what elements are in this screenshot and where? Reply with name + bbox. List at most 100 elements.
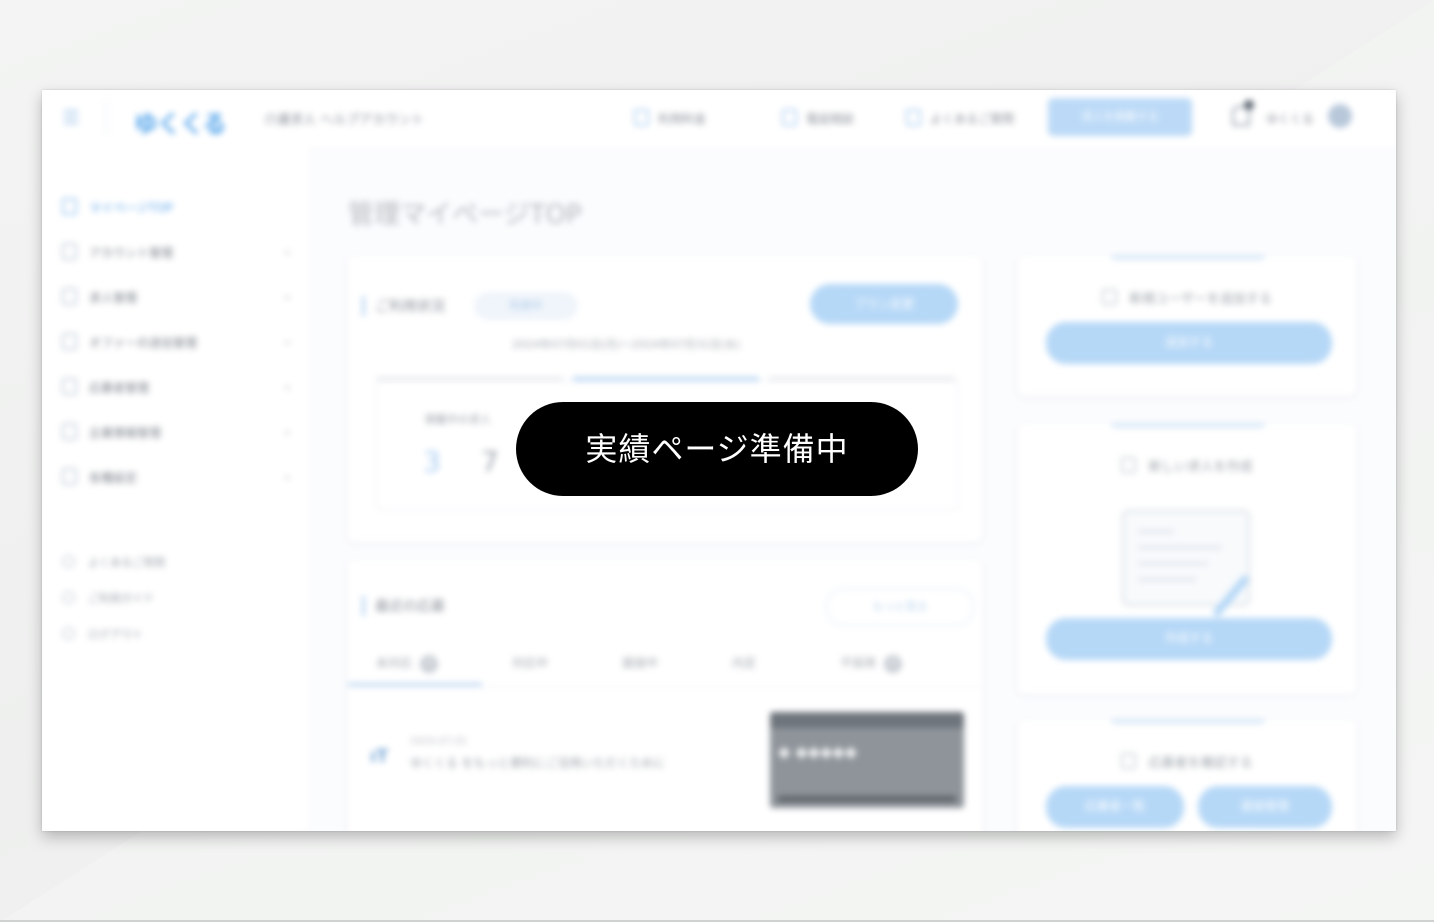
applicant-list-button[interactable]: 応募者一覧 (1046, 786, 1184, 828)
sidebar-link-label: ご利用ガイド (88, 592, 154, 605)
card-accent-line (1112, 720, 1264, 723)
stats-tab-2[interactable] (573, 377, 759, 381)
tab-label: 対応中 (512, 656, 549, 670)
mail-icon (62, 333, 77, 350)
tab-label: 未対応 (376, 656, 413, 670)
sidebar-item-label: 各種設定 (89, 471, 138, 485)
card-accent-line (1112, 256, 1264, 259)
plan-date-range: 2024年07月01日(月)〜2024年07月31日(水) (512, 338, 741, 351)
thumbnail-header (770, 712, 964, 728)
menu-icon[interactable] (64, 110, 78, 124)
sidebar-item-label: 応募者管理 (89, 381, 150, 395)
chevron-down-icon: ⌄ (282, 334, 292, 347)
interview-manage-button[interactable]: 面接管理 (1198, 786, 1332, 828)
post-job-button[interactable]: 求人を掲載する (1048, 98, 1192, 136)
sidebar-item-jobs[interactable]: 求人管理 ⌄ (62, 288, 292, 308)
header-divider (106, 100, 107, 136)
stat-value-secondary: 7 (481, 445, 499, 478)
news-text[interactable]: ゆくくる をもっと便利にご活用いただくために (410, 754, 665, 771)
applicants-check-card: 応募者を確認する 応募者一覧 面接管理 (1018, 720, 1356, 831)
tab-offer[interactable]: 内定 (732, 654, 756, 671)
create-job-card: 新しい求人を作成 作成する (1018, 424, 1356, 694)
applicant-tabs: 未対応 0 対応中 面接中 内定 不採用 0 (348, 640, 982, 687)
applicants-card-title: 最近の応募 (362, 596, 445, 616)
app-logo[interactable]: ゆくくる (134, 104, 227, 139)
sidebar-link-faq[interactable]: よくあるご質問 (62, 554, 165, 570)
nav-link-label: 利用料金 (658, 112, 707, 126)
tab-label: 内定 (732, 656, 757, 670)
active-tab-underline (348, 683, 482, 686)
preparing-overlay-badge: 実績ページ準備中 (516, 402, 918, 496)
tab-interview[interactable]: 面接中 (622, 654, 658, 671)
card-accent-line (1112, 424, 1264, 427)
chevron-down-icon: ⌄ (282, 244, 292, 257)
chevron-down-icon: ⌄ (282, 289, 292, 302)
change-plan-button[interactable]: プラン変更 (810, 284, 958, 324)
chevron-down-icon: ⌄ (282, 469, 292, 482)
gear-icon (62, 468, 77, 485)
avatar[interactable] (1328, 104, 1352, 128)
nav-link-pricing[interactable]: 利用料金 (634, 109, 706, 127)
thumbnail-bar (778, 796, 956, 802)
thumbnail-content: ◆ ◆◆◆◆◆ (778, 742, 857, 761)
create-job-button[interactable]: 作成する (1046, 618, 1332, 660)
page-title: 管理マイページTOP (348, 200, 582, 230)
phone-icon (782, 109, 797, 126)
user-name[interactable]: ゆくくる (1266, 110, 1314, 127)
sidebar-item-top[interactable]: マイページTOP (62, 198, 292, 218)
sidebar-item-label: マイページTOP (89, 201, 173, 215)
sidebar-link-guide[interactable]: ご利用ガイド (62, 590, 154, 606)
news-thumbnail[interactable]: ◆ ◆◆◆◆◆ (770, 712, 964, 808)
sidebar-item-account[interactable]: アカウント管理 ⌄ (62, 243, 292, 263)
briefcase-icon (62, 288, 77, 305)
tab-rejected[interactable]: 不採用 0 (840, 654, 903, 673)
user-icon (62, 243, 77, 260)
news-date: 2024.07.01 (410, 736, 468, 747)
user-plus-icon (1102, 289, 1118, 305)
sidebar-item-applicants[interactable]: 応募者管理 ⌄ (62, 378, 292, 398)
sidebar-item-label: アカウント管理 (89, 246, 174, 260)
stats-tab-3[interactable] (769, 377, 955, 381)
chevron-down-icon: ⌄ (282, 424, 292, 437)
document-icon (634, 109, 649, 126)
chevron-down-icon: ⌄ (282, 379, 292, 392)
sidebar-link-label: よくあるご質問 (88, 556, 165, 569)
help-icon (906, 109, 921, 126)
sidebar-link-logout[interactable]: ログアウト (62, 626, 143, 642)
card-title-text: 新規ユーザーを追加する (1129, 292, 1272, 307)
tab-label: 面接中 (622, 656, 659, 670)
plan-card: ご利用状況 利用中 プラン変更 2024年07月01日(月)〜2024年07月3… (348, 256, 982, 542)
document-pen-illustration (1122, 510, 1251, 618)
stats-tab-1[interactable] (377, 377, 563, 381)
tab-in-progress[interactable]: 対応中 (512, 654, 548, 671)
sidebar-item-label: 求人管理 (89, 291, 138, 305)
account-subtitle: 介護求人 ヘルプアカウント (264, 113, 425, 128)
sidebar-link-label: ログアウト (88, 628, 143, 641)
stat-label: 掲載中の求人 (425, 413, 491, 426)
view-more-button[interactable]: もっと見る (826, 588, 974, 626)
add-user-button[interactable]: 追加する (1046, 322, 1332, 364)
home-icon (62, 198, 77, 215)
nav-link-faq[interactable]: よくあるご質問 (906, 109, 1014, 127)
applicants-card: 最近の応募 もっと見る 未対応 0 対応中 面接中 内定 不採用 0 ıT 2024… (348, 560, 982, 831)
building-icon (62, 423, 77, 440)
sidebar: マイページTOP アカウント管理 ⌄ 求人管理 ⌄ オファーの送信管理 ⌄ 応募者管理… (42, 146, 308, 831)
app-header: ゆくくる 介護求人 ヘルプアカウント 利用料金 電話相談 よくあるご質問 求人を… (42, 90, 1396, 146)
tab-unhandled[interactable]: 未対応 0 (376, 654, 439, 673)
document-icon (1121, 457, 1137, 473)
sidebar-item-label: 企業情報管理 (89, 426, 162, 440)
tab-count-badge: 0 (420, 655, 439, 673)
tab-count-badge: 0 (884, 655, 903, 673)
add-user-card: 新規ユーザーを追加する 追加する (1018, 256, 1356, 396)
nav-link-phone[interactable]: 電話相談 (782, 109, 854, 127)
sidebar-item-label: オファーの送信管理 (89, 336, 198, 350)
add-user-card-title: 新規ユーザーを追加する (1018, 288, 1356, 307)
sidebar-item-company[interactable]: 企業情報管理 ⌄ (62, 423, 292, 443)
news-logo-icon: ıT (370, 746, 389, 767)
logout-icon (62, 627, 75, 640)
people-icon (62, 378, 77, 395)
nav-link-label: 電話相談 (806, 112, 855, 126)
plan-status-badge: 利用中 (474, 292, 578, 320)
sidebar-item-offers[interactable]: オファーの送信管理 ⌄ (62, 333, 292, 353)
sidebar-item-settings[interactable]: 各種設定 ⌄ (62, 468, 292, 488)
